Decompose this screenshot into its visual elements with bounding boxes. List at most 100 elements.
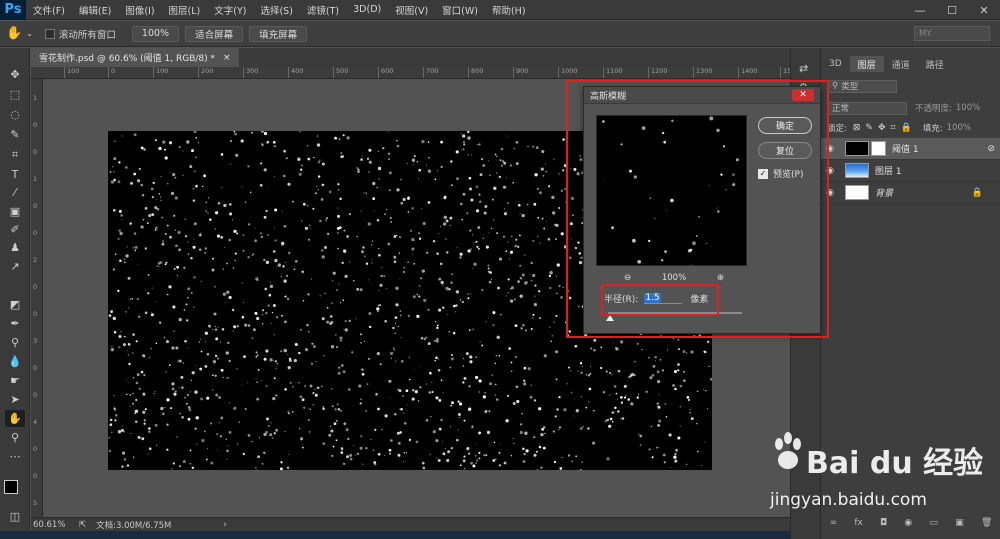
menu-file[interactable]: 文件(F): [26, 3, 72, 17]
lock-row: 锁定: ⊠✎✥⌗🔒 填充: 100%: [821, 118, 1000, 138]
patch-tool-icon[interactable]: ▣: [5, 203, 25, 220]
tool-preset-chevron-icon[interactable]: ⌄: [26, 29, 33, 38]
ruler-tick: 1400: [738, 67, 758, 78]
tab-3d[interactable]: 3D: [821, 56, 850, 72]
eyedropper-tool-icon[interactable]: ⁄: [5, 184, 25, 201]
marquee-tool-icon[interactable]: ⬚: [5, 86, 25, 103]
options-bar: ✋ ⌄ 滚动所有窗口 100% 适合屏幕 填充屏幕 MY: [0, 21, 1000, 47]
foreground-color-swatch[interactable]: [4, 480, 18, 494]
layer-filter-value: 类型: [841, 82, 859, 92]
text-tool-icon[interactable]: T: [5, 166, 25, 183]
ruler-tick: 1: [33, 175, 38, 183]
menu-image[interactable]: 图像(I): [118, 3, 161, 17]
blend-row: 正常 不透明度: 100%: [821, 98, 1000, 118]
ruler-tick: 1: [33, 94, 38, 102]
zoom-100-button[interactable]: 100%: [131, 25, 180, 42]
ruler-tick: 1500: [780, 67, 790, 78]
menu-help[interactable]: 帮助(H): [485, 3, 533, 17]
tools-panel: ✥ ⬚ ◌ ✎ ⌗ T ⁄ ▣ ✐ ♟ ↗ ◩ ✒ ⚲ 💧 ☛ ➤ ✋ ⚲ ⋯ …: [0, 48, 30, 539]
more-tools-icon[interactable]: ⋯: [5, 448, 25, 465]
quick-mask-icon[interactable]: ◫: [5, 508, 25, 525]
history-icon[interactable]: ⇄: [799, 62, 808, 75]
lasso-tool-icon[interactable]: ◌: [5, 106, 25, 123]
brush-tool-icon[interactable]: ✐: [5, 221, 25, 238]
tab-paths[interactable]: 路径: [918, 56, 952, 72]
quick-select-tool-icon[interactable]: ✎: [5, 126, 25, 143]
tab-close-icon[interactable]: ×: [223, 53, 231, 63]
ruler-tick: 0: [33, 202, 38, 210]
ruler-tick: 2: [33, 256, 38, 264]
opacity-value[interactable]: 100%: [956, 103, 980, 113]
opacity-label: 不透明度:: [915, 104, 952, 114]
zoom-tool-icon[interactable]: ⚲: [5, 429, 25, 446]
ruler-tick: 0: [108, 67, 115, 78]
export-icon[interactable]: ⇱: [79, 520, 86, 530]
layer-name[interactable]: 背景: [875, 186, 893, 199]
menu-edit[interactable]: 编辑(E): [72, 3, 118, 17]
hand-tool-icon[interactable]: ✋: [5, 410, 25, 427]
panel-tabs: 3D 图层 通道 路径: [821, 56, 1000, 72]
fit-screen-button[interactable]: 适合屏幕: [185, 25, 244, 42]
photoshop-logo: Ps: [0, 0, 26, 20]
tab-channels[interactable]: 通道: [884, 56, 918, 72]
ruler-tick: 0: [33, 310, 38, 318]
tab-layers[interactable]: 图层: [849, 56, 884, 72]
document-tab[interactable]: 雪花制作.psd @ 60.6% (阈值 1, RGB/8) * ×: [31, 48, 239, 67]
blur-tool-icon[interactable]: 💧: [5, 353, 25, 370]
layer-mask-thumbnail[interactable]: [871, 141, 886, 156]
menu-3d[interactable]: 3D(D): [346, 4, 388, 15]
fill-screen-button[interactable]: 填充屏幕: [249, 25, 308, 42]
ruler-tick: 1300: [693, 67, 713, 78]
lock-icon: 🔒: [971, 187, 983, 198]
document-tab-bar: 雪花制作.psd @ 60.6% (阈值 1, RGB/8) * ×: [31, 48, 790, 67]
menu-filter[interactable]: 滤镜(T): [300, 3, 346, 17]
horizontal-ruler: 100 0 100 200 300 400 500 600 700 800 90…: [31, 67, 790, 79]
status-bar: 60.61% ⇱ 文档:3.00M/6.75M ›: [31, 517, 790, 531]
ruler-tick: 5: [33, 499, 38, 507]
baidu-watermark: Bai du 经验 jingyan.baidu.com: [770, 432, 1000, 522]
dodge-tool-icon[interactable]: ⚲: [5, 334, 25, 351]
layer-row-threshold[interactable]: ◉ 阈值 1 ⊘: [821, 138, 1000, 160]
ruler-tick: 800: [468, 67, 483, 78]
layer-name[interactable]: 图层 1: [875, 164, 902, 177]
stamp-tool-icon[interactable]: ♟: [5, 239, 25, 256]
menu-view[interactable]: 视图(V): [388, 3, 435, 17]
workspace-select[interactable]: MY: [914, 26, 990, 41]
eraser-tool-icon[interactable]: ◩: [5, 296, 25, 313]
move-tool-icon[interactable]: ✥: [5, 66, 25, 83]
menu-window[interactable]: 窗口(W): [435, 3, 485, 17]
close-window-button[interactable]: ✕: [968, 0, 1000, 20]
zoom-readout[interactable]: 60.61%: [33, 520, 79, 530]
hand-tool-icon[interactable]: ✋: [6, 26, 22, 41]
layer-name[interactable]: 阈值 1: [892, 142, 919, 155]
pen-tool-icon[interactable]: ✒: [5, 315, 25, 332]
menu-type[interactable]: 文字(Y): [207, 3, 253, 17]
fill-value[interactable]: 100%: [947, 123, 971, 133]
scroll-all-windows-checkbox[interactable]: [44, 28, 55, 39]
minimize-button[interactable]: —: [904, 0, 936, 20]
ruler-tick: 0: [33, 121, 38, 129]
layer-row-layer1[interactable]: ◉ 图层 1: [821, 160, 1000, 182]
maximize-button[interactable]: ☐: [936, 0, 968, 20]
ruler-tick: 700: [423, 67, 438, 78]
blend-mode-select[interactable]: 正常: [827, 101, 907, 115]
filter-row: ⚲ 类型: [821, 76, 1000, 96]
menu-layer[interactable]: 图层(L): [162, 3, 208, 17]
baidu-paw-logo-icon: [775, 432, 801, 469]
menu-select[interactable]: 选择(S): [253, 3, 299, 17]
layer-thumbnail: [845, 163, 869, 178]
layer-filter-select[interactable]: ⚲ 类型: [827, 79, 897, 93]
layer-row-background[interactable]: ◉ 背景 🔒: [821, 182, 1000, 204]
ruler-tick: 1200: [648, 67, 668, 78]
direct-select-tool-icon[interactable]: ➤: [5, 391, 25, 408]
crop-tool-icon[interactable]: ⌗: [5, 146, 25, 163]
ruler-tick: 0: [33, 364, 38, 372]
history-brush-icon[interactable]: ↗: [5, 258, 25, 275]
ruler-tick: 300: [243, 67, 258, 78]
status-expand-icon[interactable]: ›: [223, 520, 226, 530]
ruler-tick: 0: [33, 283, 38, 291]
path-select-tool-icon[interactable]: ☛: [5, 372, 25, 389]
lock-icons[interactable]: ⊠✎✥⌗🔒: [853, 123, 917, 133]
document-size: 文档:3.00M/6.75M: [96, 520, 172, 531]
highlight-radius-box: [601, 284, 719, 316]
